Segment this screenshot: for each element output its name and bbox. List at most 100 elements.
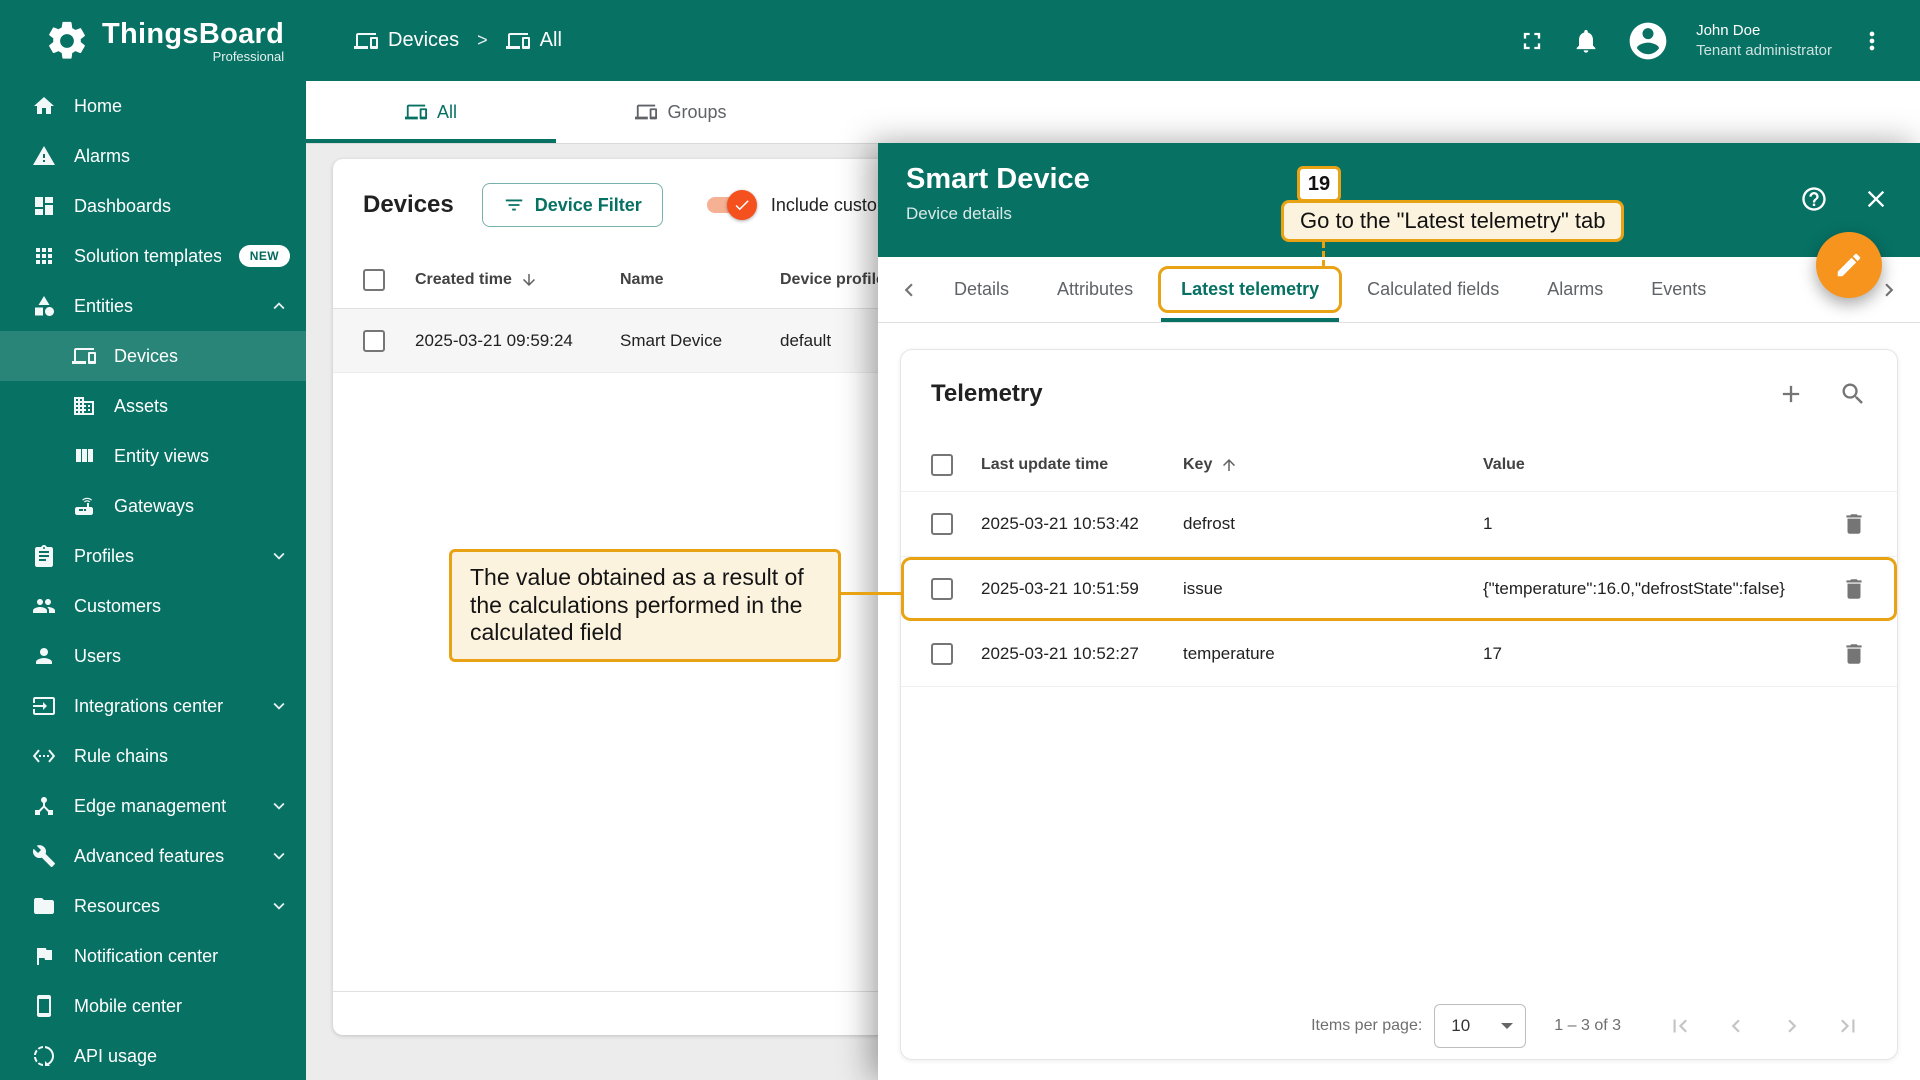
tab-calculated-fields[interactable]: Calculated fields — [1343, 257, 1523, 322]
sidebar-item-advanced-features[interactable]: Advanced features — [0, 831, 306, 881]
sidebar-item-solution-templates[interactable]: Solution templates NEW — [0, 231, 306, 281]
sort-desc-icon — [520, 271, 538, 289]
row-checkbox[interactable] — [931, 578, 953, 600]
tabs-scroll-left-button[interactable] — [896, 277, 922, 303]
warning-icon — [32, 144, 56, 168]
select-all-checkbox[interactable] — [363, 268, 385, 291]
brand-logo[interactable]: ThingsBoard Professional — [0, 18, 306, 64]
column-device-profile[interactable]: Device profile — [780, 271, 885, 288]
tab-alarms[interactable]: Alarms — [1523, 257, 1627, 322]
column-name[interactable]: Name — [620, 271, 664, 288]
fullscreen-button[interactable] — [1518, 27, 1546, 55]
delete-telemetry-button[interactable] — [1841, 641, 1867, 667]
help-button[interactable] — [1800, 185, 1828, 213]
first-page-button[interactable] — [1667, 1013, 1693, 1039]
last-page-button[interactable] — [1835, 1013, 1861, 1039]
cell-last-update-time: 2025-03-21 10:53:42 — [981, 514, 1139, 533]
sidebar-item-resources[interactable]: Resources — [0, 881, 306, 931]
tab-label: Events — [1651, 279, 1707, 299]
sidebar-item-notification-center[interactable]: Notification center — [0, 931, 306, 981]
column-created-time[interactable]: Created time — [415, 271, 512, 289]
view-quilt-icon — [72, 444, 96, 468]
delete-telemetry-button[interactable] — [1841, 511, 1867, 537]
chevron-down-icon — [268, 795, 290, 817]
include-customers-toggle[interactable] — [705, 190, 757, 220]
row-checkbox[interactable] — [931, 643, 953, 665]
column-value[interactable]: Value — [1483, 456, 1525, 473]
breadcrumb-devices[interactable]: Devices — [354, 29, 459, 53]
sidebar-item-label: Customers — [74, 595, 162, 616]
telemetry-table-header: Last update time Key Value — [901, 438, 1897, 492]
breadcrumb-all[interactable]: All — [505, 29, 562, 53]
device-filter-button[interactable]: Device Filter — [481, 183, 663, 227]
edit-device-fab[interactable] — [1816, 232, 1882, 298]
breadcrumb-all-label: All — [539, 29, 562, 51]
tab-groups[interactable]: Groups — [556, 81, 806, 143]
track-changes-icon — [32, 1044, 56, 1068]
sidebar-item-home[interactable]: Home — [0, 81, 306, 131]
hub-icon — [32, 794, 56, 818]
sidebar-item-label: Dashboards — [74, 195, 172, 216]
tab-all[interactable]: All — [306, 81, 556, 143]
sidebar-item-entities[interactable]: Entities — [0, 281, 306, 331]
sidebar-item-rule-chains[interactable]: Rule chains — [0, 731, 306, 781]
cell-name: Smart Device — [620, 330, 723, 350]
person-icon — [32, 644, 56, 668]
next-page-button[interactable] — [1779, 1013, 1805, 1039]
sidebar-item-assets[interactable]: Assets — [0, 381, 306, 431]
telemetry-title: Telemetry — [931, 380, 1043, 407]
items-per-page-select[interactable]: 10 — [1434, 1004, 1527, 1048]
drawer-title: Smart Device — [906, 163, 1090, 195]
sidebar-item-label: Entity views — [114, 445, 210, 466]
avatar[interactable] — [1626, 19, 1670, 63]
ethernet-icon — [32, 744, 56, 768]
notifications-button[interactable] — [1572, 27, 1600, 55]
cell-value: 1 — [1483, 514, 1493, 533]
sidebar-item-users[interactable]: Users — [0, 631, 306, 681]
sidebar-item-label: Users — [74, 645, 122, 666]
assignment-icon — [32, 544, 56, 568]
row-checkbox[interactable] — [931, 513, 953, 535]
building-icon — [72, 394, 96, 418]
sidebar-item-dashboards[interactable]: Dashboards — [0, 181, 306, 231]
sidebar-item-gateways[interactable]: Gateways — [0, 481, 306, 531]
sidebar-item-api-usage[interactable]: API usage — [0, 1031, 306, 1080]
user-role: Tenant administrator — [1696, 41, 1832, 59]
breadcrumb-separator: > — [477, 30, 488, 50]
tab-latest-telemetry[interactable]: Latest telemetry — [1157, 257, 1343, 322]
sidebar-item-edge-management[interactable]: Edge management — [0, 781, 306, 831]
column-last-update-time[interactable]: Last update time — [981, 456, 1108, 473]
column-key[interactable]: Key — [1183, 456, 1212, 474]
telemetry-row-defrost[interactable]: 2025-03-21 10:53:42 defrost 1 — [901, 492, 1897, 557]
sidebar-item-profiles[interactable]: Profiles — [0, 531, 306, 581]
sidebar-item-label: Rule chains — [74, 745, 169, 766]
folder-icon — [32, 894, 56, 918]
user-menu-button[interactable] — [1858, 27, 1886, 55]
select-all-checkbox[interactable] — [931, 453, 953, 476]
devices-icon — [505, 29, 530, 53]
tab-attributes[interactable]: Attributes — [1033, 257, 1157, 322]
telemetry-row-issue[interactable]: 2025-03-21 10:51:59 issue {"temperature"… — [901, 557, 1897, 622]
sidebar-item-alarms[interactable]: Alarms — [0, 131, 306, 181]
add-telemetry-button[interactable] — [1777, 380, 1805, 408]
row-checkbox[interactable] — [363, 329, 385, 352]
delete-telemetry-button[interactable] — [1841, 576, 1867, 602]
brand-title: ThingsBoard — [102, 17, 285, 50]
sidebar-item-label: Assets — [114, 395, 169, 416]
sidebar-item-devices[interactable]: Devices — [0, 331, 306, 381]
breadcrumb: Devices > All — [354, 29, 562, 53]
sidebar-item-entity-views[interactable]: Entity views — [0, 431, 306, 481]
previous-page-button[interactable] — [1723, 1013, 1749, 1039]
telemetry-row-temperature[interactable]: 2025-03-21 10:52:27 temperature 17 — [901, 622, 1897, 687]
cell-last-update-time: 2025-03-21 10:51:59 — [981, 579, 1139, 598]
cell-key: issue — [1183, 579, 1223, 598]
sidebar-item-customers[interactable]: Customers — [0, 581, 306, 631]
tab-events[interactable]: Events — [1627, 257, 1730, 322]
router-icon — [72, 494, 96, 518]
close-drawer-button[interactable] — [1862, 185, 1890, 213]
sidebar-item-mobile-center[interactable]: Mobile center — [0, 981, 306, 1031]
sidebar-item-integrations-center[interactable]: Integrations center — [0, 681, 306, 731]
tab-details[interactable]: Details — [930, 257, 1033, 322]
tabs-scroll-right-button[interactable] — [1876, 277, 1902, 303]
search-telemetry-button[interactable] — [1839, 380, 1867, 408]
